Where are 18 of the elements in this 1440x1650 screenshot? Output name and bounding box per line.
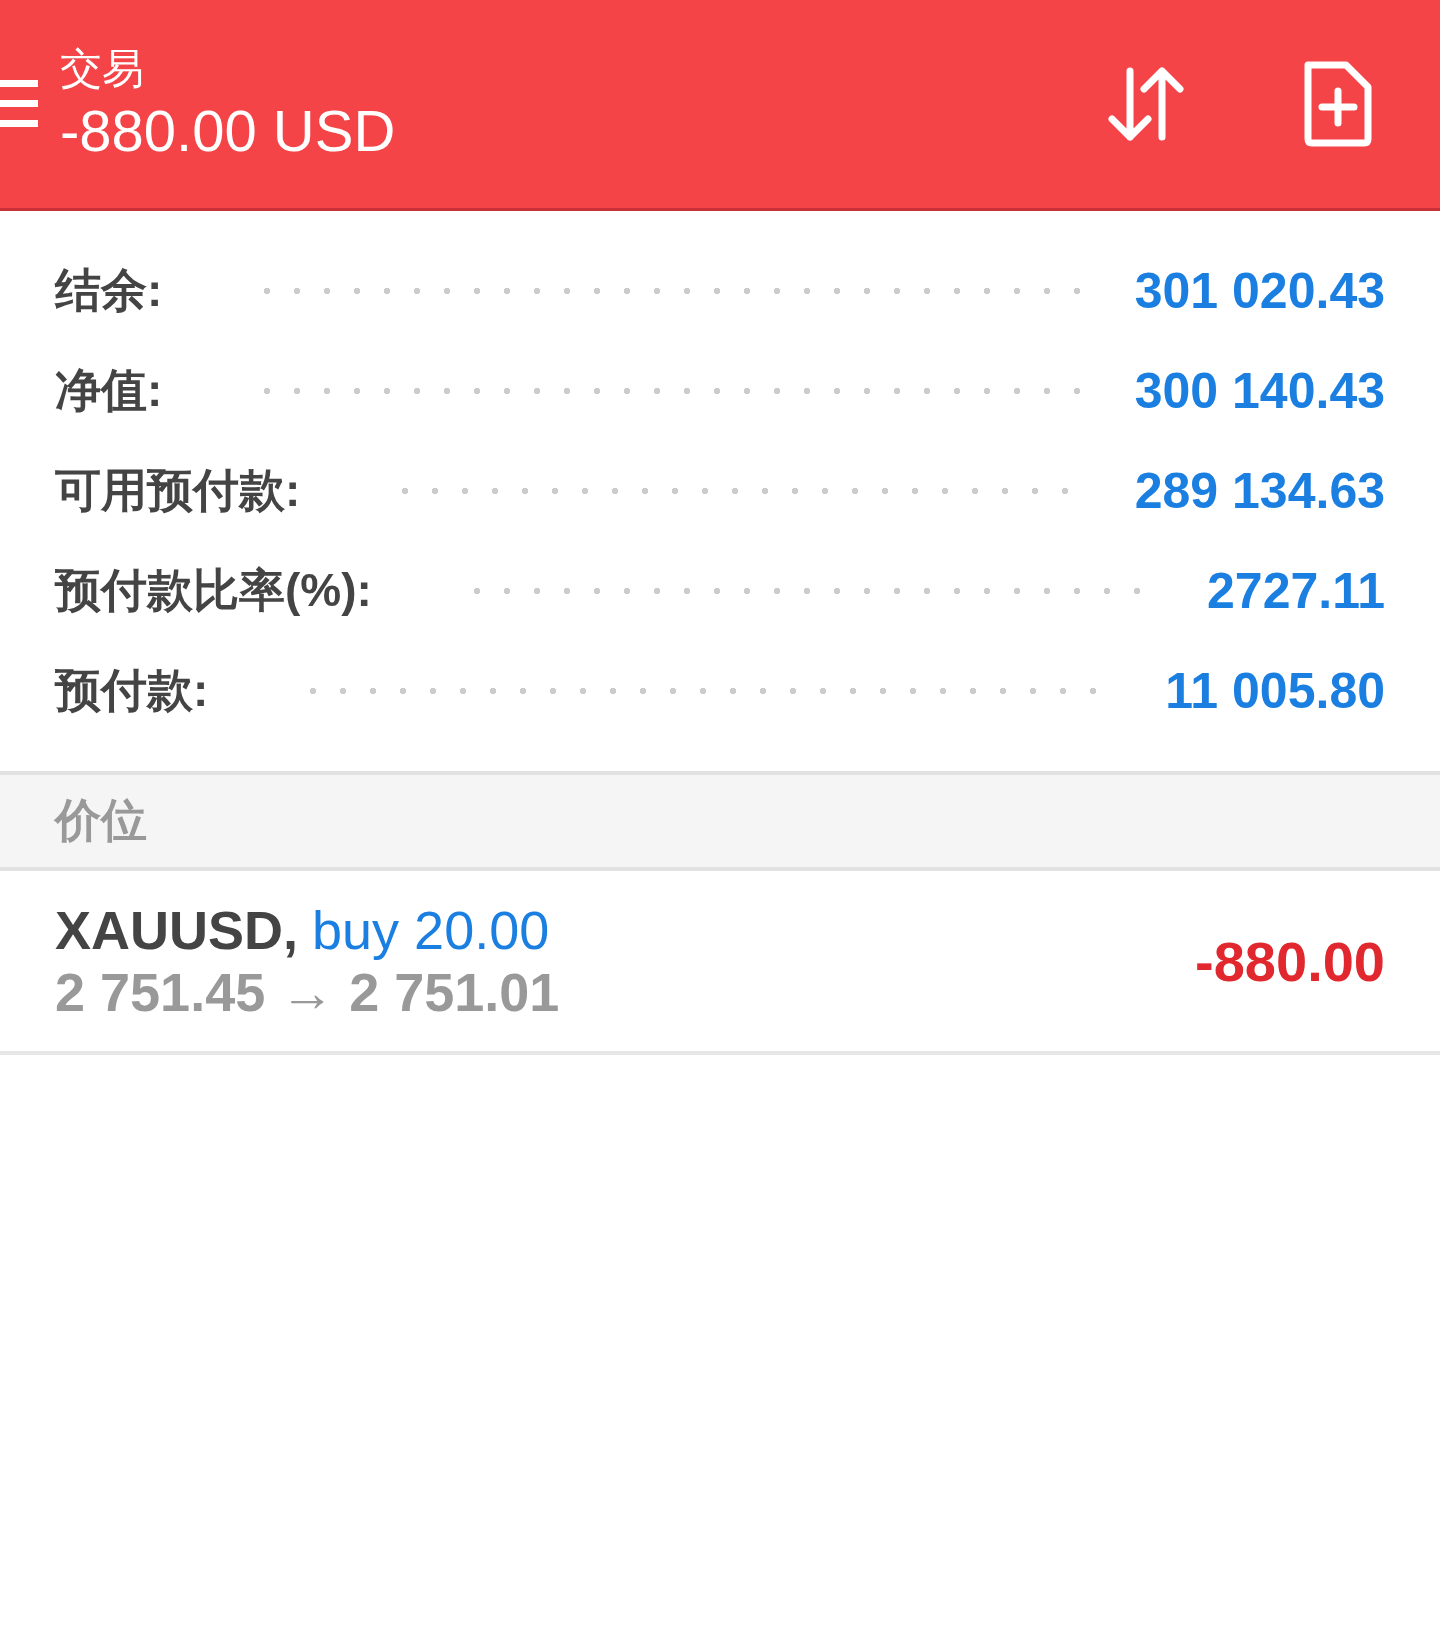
summary-label: 可用预付款:: [55, 463, 301, 518]
summary-label: 预付款比率(%):: [55, 563, 372, 618]
screen-title: 交易: [60, 44, 145, 94]
summary-label: 净值:: [55, 363, 163, 418]
symbol-text: XAUUSD,: [55, 899, 299, 961]
section-title: 价位: [55, 793, 147, 848]
summary-label: 预付款:: [55, 663, 209, 718]
summary-value: 11 005.80: [1165, 662, 1385, 720]
summary-value: 289 134.63: [1134, 462, 1385, 520]
position-profit: -880.00: [1195, 928, 1385, 994]
summary-value: 300 140.43: [1134, 362, 1385, 420]
price-change: 2 751.45 → 2 751.01: [55, 961, 561, 1023]
summary-label: 结余:: [55, 263, 163, 318]
order-side: buy 20.00: [312, 899, 550, 961]
summary-value: 301 020.43: [1134, 262, 1385, 320]
summary-value: 2727.11: [1207, 562, 1385, 620]
position-row[interactable]: XAUUSD, buy 20.00 2 751.45 → 2 751.01 -880.00: [0, 871, 1440, 1055]
floating-profit: -880.00 USD: [60, 97, 397, 165]
